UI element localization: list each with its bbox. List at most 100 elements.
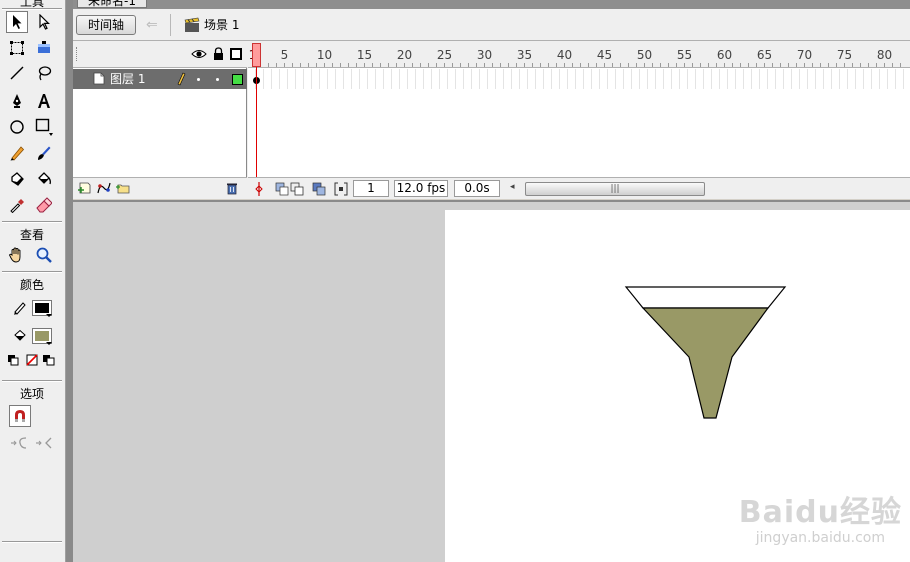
tools-panel-splitter[interactable] [66,0,73,562]
pen-tool-button[interactable] [6,90,28,112]
ruler-tick [380,63,381,67]
playhead[interactable] [252,43,261,67]
ruler-tick [772,63,773,67]
timeline-toggle-button[interactable]: 时间轴 [76,15,136,35]
divider [2,380,62,382]
insert-layer-icon[interactable] [77,181,93,195]
frame-ruler[interactable]: 15101520253035404550556065707580 [248,41,910,68]
ruler-tick [268,63,269,67]
onion-skin-icon[interactable] [275,182,289,196]
ruler-label: 20 [396,48,413,62]
ruler-tick [316,63,317,67]
divider [2,541,62,543]
back-arrow-icon[interactable]: ⇐ [146,17,162,33]
ruler-tick [356,63,357,67]
eraser-icon [36,197,52,213]
ruler-tick [780,63,781,67]
brush-tool-button[interactable] [33,142,55,164]
onion-skin-outlines-icon[interactable] [290,182,304,196]
center-frame-icon[interactable] [253,182,265,196]
scene-label[interactable]: 场景 1 [204,17,239,33]
frame-rate-field[interactable]: 12.0 fps [394,180,448,197]
default-colors-button[interactable] [5,352,21,368]
swap-colors-button[interactable] [41,352,57,368]
stroke-color-swatch[interactable] [32,300,52,317]
ruler-label: 80 [876,48,893,62]
document-tab[interactable]: 未命名-1 [77,0,147,8]
current-frame-field[interactable]: 1 [353,180,389,197]
straighten-button[interactable] [34,432,56,454]
ruler-label: 30 [476,48,493,62]
free-transform-icon [10,41,24,55]
outline-icon[interactable] [230,48,242,60]
ruler-tick [756,63,757,67]
text-tool-button[interactable] [33,90,55,112]
edit-multiple-frames-icon[interactable] [312,182,326,196]
gradient-transform-tool-button[interactable] [33,37,55,59]
scroll-left-arrow-icon[interactable]: ◂ [510,182,520,192]
line-tool-button[interactable] [6,62,28,84]
eraser-tool-button[interactable] [33,194,55,216]
rectangle-tool-button[interactable] [33,116,55,138]
pencil-tool-button[interactable] [6,142,28,164]
ruler-tick [796,63,797,67]
zoom-tool-icon [36,247,52,263]
eyedropper-tool-button[interactable] [6,194,28,216]
ruler-tick [684,63,685,67]
timeline-horizontal-scrollbar[interactable]: ||| [525,182,705,196]
no-color-icon [26,354,38,366]
fill-bucket-icon [14,329,26,341]
ruler-label: 55 [676,48,693,62]
lasso-tool-button[interactable] [33,62,55,84]
ruler-tick [524,63,525,67]
fill-color-bucket-icon-wrap [9,325,31,347]
oval-tool-button[interactable] [6,116,28,138]
hand-tool-button[interactable] [6,244,28,266]
insert-folder-icon[interactable] [115,181,131,195]
smooth-icon [11,437,27,449]
watermark: Baidu经验 jingyan.baidu.com [739,496,902,547]
ruler-label: 35 [516,48,533,62]
ruler-label: 50 [636,48,653,62]
stage-canvas[interactable]: Baidu经验 jingyan.baidu.com [445,210,910,562]
ruler-tick [428,63,429,67]
layer-outline-color[interactable] [232,74,243,85]
ruler-tick [396,63,397,67]
lock-dot[interactable] [216,78,219,81]
zoom-tool-button[interactable] [33,244,55,266]
ruler-tick [332,63,333,67]
ruler-tick [468,63,469,67]
add-motion-guide-icon[interactable] [96,181,112,195]
modify-onion-markers-icon[interactable] [334,182,348,196]
stroke-pencil-icon [14,302,26,315]
layers-footer [73,177,247,199]
paint-bucket-tool-button[interactable] [33,168,55,190]
selection-tool-button[interactable] [6,11,28,33]
ink-bottle-tool-button[interactable] [6,168,28,190]
playhead-line [256,67,257,177]
ink-bottle-icon [11,172,24,186]
no-color-button[interactable] [24,352,40,368]
ruler-tick [764,63,765,67]
ruler-tick [860,63,861,67]
trash-icon[interactable] [225,181,239,195]
eye-icon[interactable] [191,48,207,60]
ruler-tick [404,63,405,67]
layer-name[interactable]: 图层 1 [110,71,145,87]
subselection-tool-button[interactable] [33,11,55,33]
fill-color-swatch[interactable] [32,328,52,345]
free-transform-tool-button[interactable] [6,37,28,59]
ruler-tick [548,63,549,67]
document-tab-strip: 未命名-1 [73,0,910,9]
smooth-button[interactable] [9,432,31,454]
ruler-tick [804,63,805,67]
options-header: 选项 [19,387,44,401]
lock-icon[interactable] [213,47,224,61]
ruler-tick [876,63,877,67]
snap-to-objects-button[interactable] [9,405,31,427]
ruler-tick [348,63,349,67]
frame-row[interactable] [248,69,910,89]
visibility-dot[interactable] [197,78,200,81]
layer-row[interactable]: 图层 1 [73,69,247,89]
ruler-label: 25 [436,48,453,62]
